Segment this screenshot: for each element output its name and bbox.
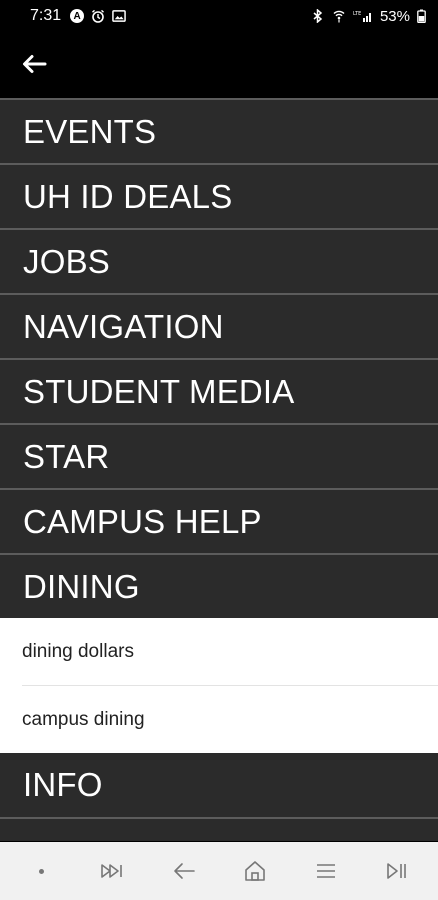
play-pause-icon [386, 863, 406, 879]
wifi-calling-icon [332, 9, 346, 23]
arrow-left-icon [23, 55, 47, 73]
menu-item-label: EVENTS [23, 112, 157, 150]
app-notification-icon: A [70, 9, 85, 23]
clock: 7:31 [30, 7, 62, 24]
svg-text:LTE: LTE [353, 11, 361, 17]
signal-icon: LTE [353, 9, 373, 23]
menu-item-dining[interactable]: DINING [0, 553, 438, 618]
menu-item-star[interactable]: STAR [0, 423, 438, 488]
nav-fast-forward-button[interactable] [91, 849, 135, 893]
dining-submenu: dining dollars campus dining [0, 618, 438, 753]
back-arrow-icon [173, 863, 195, 879]
menu-item-student-media[interactable]: STUDENT MEDIA [0, 358, 438, 423]
menu-item-label: STUDENT MEDIA [23, 372, 295, 410]
battery-percent: 53% [379, 7, 410, 25]
menu-item-jobs[interactable]: JOBS [0, 228, 438, 293]
submenu-item-label: dining dollars [22, 640, 134, 662]
battery-icon [417, 9, 426, 23]
menu-item-label: UH ID DEALS [23, 177, 233, 215]
menu-item-label: INFO [23, 766, 103, 803]
back-button[interactable] [16, 50, 52, 78]
app-bar [0, 32, 438, 98]
menu-item-label: DINING [23, 567, 140, 605]
drawer-menu: EVENTS UH ID DEALS JOBS NAVIGATION STUDE… [0, 98, 438, 841]
nav-dot-button[interactable] [20, 849, 64, 893]
nav-back-button[interactable] [162, 849, 206, 893]
submenu-item-campus-dining[interactable]: campus dining [0, 686, 438, 753]
alarm-icon [91, 9, 105, 23]
menu-item-label: STAR [23, 437, 110, 475]
submenu-item-label: campus dining [22, 708, 145, 730]
menu-item-info[interactable]: INFO [0, 753, 438, 817]
home-icon [244, 861, 265, 881]
menu-icon [316, 864, 335, 878]
menu-item-partial[interactable] [0, 817, 438, 841]
system-nav-bar [0, 842, 438, 900]
menu-item-label: NAVIGATION [23, 307, 224, 345]
menu-item-uh-id-deals[interactable]: UH ID DEALS [0, 163, 438, 228]
submenu-item-dining-dollars[interactable]: dining dollars [0, 618, 438, 685]
status-bar-left: 7:31 A [30, 7, 126, 25]
menu-item-label: CAMPUS HELP [23, 502, 262, 540]
dot-icon [39, 868, 44, 874]
image-notification-icon [112, 9, 126, 23]
menu-item-navigation[interactable]: NAVIGATION [0, 293, 438, 358]
nav-home-button[interactable] [233, 849, 277, 893]
status-bar: 7:31 A LTE 53% [0, 0, 438, 32]
fast-forward-icon [100, 864, 122, 878]
menu-item-campus-help[interactable]: CAMPUS HELP [0, 488, 438, 553]
nav-play-pause-button[interactable] [375, 849, 419, 893]
menu-item-label: JOBS [23, 242, 110, 280]
nav-menu-button[interactable] [304, 849, 348, 893]
status-bar-right: LTE 53% [311, 8, 426, 25]
menu-item-events[interactable]: EVENTS [0, 98, 438, 163]
bluetooth-icon [311, 9, 325, 23]
